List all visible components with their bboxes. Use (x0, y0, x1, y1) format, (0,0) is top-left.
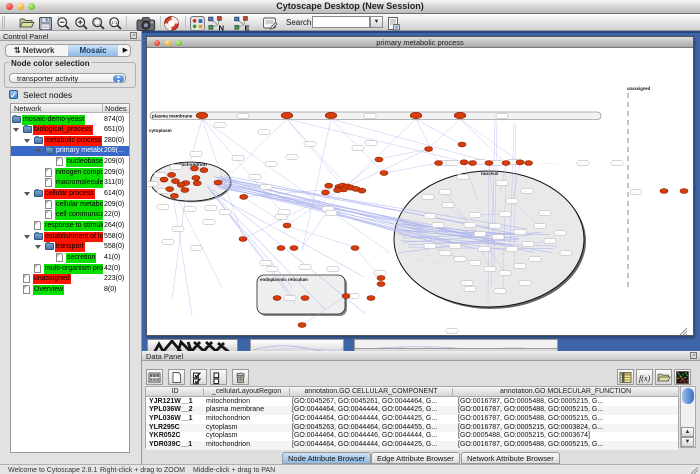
svg-text:····: ···· (516, 264, 520, 268)
svg-text:·····: ····· (461, 243, 466, 247)
svg-text:····: ···· (632, 190, 636, 194)
svg-text:····: ···· (159, 189, 163, 193)
svg-text:····: ···· (216, 123, 220, 127)
svg-text:····: ···· (426, 214, 430, 218)
svg-text:·····: ····· (474, 235, 479, 239)
svg-text:····: ···· (262, 261, 266, 265)
svg-text:····: ···· (523, 189, 527, 193)
svg-text:····: ···· (192, 152, 196, 156)
svg-text:····: ···· (376, 271, 380, 275)
svg-text:····: ···· (463, 281, 467, 285)
svg-text:E: E (244, 23, 249, 31)
svg-text:····: ···· (239, 114, 243, 118)
svg-text:·····: ····· (501, 251, 506, 255)
svg-text:····: ···· (448, 329, 452, 333)
svg-text:·····: ····· (433, 260, 438, 264)
svg-text:····: ···· (286, 296, 290, 300)
svg-text:····: ···· (327, 211, 331, 215)
svg-text:····: ···· (521, 281, 525, 285)
svg-text:····: ···· (536, 224, 540, 228)
svg-text:·····: ····· (494, 243, 499, 247)
svg-text:····: ···· (172, 165, 176, 169)
svg-text:·····: ····· (439, 247, 444, 251)
svg-text:····: ···· (486, 267, 490, 271)
svg-text:····: ···· (613, 161, 617, 165)
svg-text:····: ···· (159, 205, 163, 209)
svg-text:····: ···· (448, 161, 452, 165)
svg-text:····: ···· (280, 210, 284, 214)
svg-text:····: ···· (205, 220, 209, 224)
svg-text:····: ···· (508, 199, 512, 203)
svg-text:····: ···· (494, 235, 498, 239)
svg-text:····: ···· (268, 267, 272, 271)
svg-text:N: N (218, 23, 224, 31)
svg-text:·····: ····· (426, 253, 431, 257)
svg-text:····: ···· (367, 141, 371, 145)
svg-text:·····: ····· (414, 249, 419, 253)
svg-text:····: ···· (426, 244, 430, 248)
svg-text:plasma membrane: plasma membrane (152, 114, 193, 119)
svg-text:····: ···· (192, 246, 196, 250)
svg-text:····: ···· (164, 240, 168, 244)
svg-text:····················: ···················· (538, 162, 557, 166)
svg-text:····: ···· (471, 213, 475, 217)
svg-text:····: ···· (491, 224, 495, 228)
svg-text:····: ···· (207, 206, 211, 210)
svg-text:cytoplasm: cytoplasm (149, 128, 172, 133)
svg-text:····: ···· (329, 267, 333, 271)
svg-text:····: ···· (501, 212, 505, 216)
svg-text:·····: ····· (445, 255, 450, 259)
svg-text:····: ···· (301, 265, 305, 269)
svg-text:····: ···· (424, 195, 428, 199)
svg-text:····: ···· (456, 257, 460, 261)
svg-text:····: ···· (471, 261, 475, 265)
svg-text:····: ···· (354, 146, 358, 150)
svg-text:····: ···· (501, 271, 505, 275)
svg-text:····: ···· (186, 207, 190, 211)
svg-text:····: ···· (459, 175, 463, 179)
svg-text:1:1: 1:1 (111, 20, 118, 25)
svg-text:unassigned: unassigned (627, 86, 651, 91)
svg-text:····: ···· (251, 175, 255, 179)
svg-text:····: ···· (277, 215, 281, 219)
svg-text:····: ···· (498, 181, 502, 185)
svg-text:····: ···· (260, 130, 264, 134)
svg-text:····: ···· (444, 203, 448, 207)
svg-text:····: ···· (148, 182, 152, 186)
svg-text:····: ···· (508, 247, 512, 251)
svg-text:····: ···· (434, 223, 438, 227)
svg-text:····: ···· (562, 251, 566, 255)
svg-text:····: ···· (267, 162, 271, 166)
svg-text:····: ···· (480, 247, 484, 251)
svg-text:····: ···· (174, 227, 178, 231)
svg-text:····: ···· (541, 211, 545, 215)
svg-text:····: ···· (156, 173, 160, 177)
svg-text:····: ···· (366, 114, 370, 118)
svg-text:····: ···· (524, 242, 528, 246)
svg-text:·····: ····· (506, 239, 511, 243)
svg-text:····: ···· (546, 239, 550, 243)
svg-text:····: ···· (451, 244, 455, 248)
svg-text:·····: ····· (448, 239, 453, 243)
svg-text:·····: ····· (488, 249, 493, 253)
svg-text:····: ···· (221, 210, 225, 214)
svg-text:····: ···· (466, 287, 470, 291)
svg-text:····: ···· (493, 161, 497, 165)
svg-text:····: ···· (579, 161, 583, 165)
svg-text:····: ···· (288, 155, 292, 159)
svg-text:····: ···· (498, 114, 502, 118)
svg-text:····: ···· (556, 231, 560, 235)
svg-text:·····: ····· (482, 239, 487, 243)
svg-text:····: ···· (441, 190, 445, 194)
svg-text:····: ···· (234, 156, 238, 160)
svg-text:····: ···· (531, 257, 535, 261)
svg-text:····: ···· (262, 185, 266, 189)
svg-text:····: ···· (466, 223, 470, 227)
svg-text:·····: ····· (516, 247, 521, 251)
svg-text:····: ···· (306, 142, 310, 146)
svg-text:····: ···· (516, 230, 520, 234)
svg-text:·····: ····· (420, 257, 425, 261)
svg-text:f(x): f(x) (639, 374, 650, 383)
svg-text:····: ···· (496, 289, 500, 293)
